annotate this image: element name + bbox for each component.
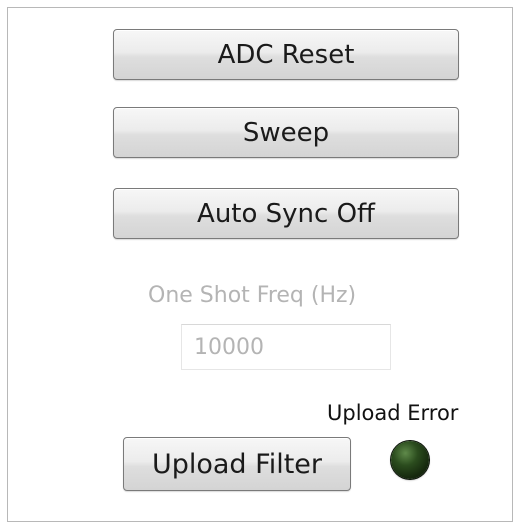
one-shot-freq-field[interactable] [181, 324, 391, 370]
upload-filter-button-label: Upload Filter [151, 448, 323, 480]
upload-error-led-indicator [391, 441, 429, 479]
auto-sync-button[interactable]: Auto Sync Off [113, 188, 459, 239]
sweep-button[interactable]: Sweep [113, 107, 459, 158]
upload-error-label: Upload Error [327, 401, 459, 425]
control-panel: ADC Reset Sweep Auto Sync Off One Shot F… [7, 7, 513, 522]
auto-sync-button-label: Auto Sync Off [197, 198, 375, 229]
adc-reset-button-label: ADC Reset [217, 39, 355, 70]
one-shot-freq-label: One Shot Freq (Hz) [148, 283, 357, 308]
adc-reset-button[interactable]: ADC Reset [113, 29, 459, 80]
sweep-button-label: Sweep [242, 117, 330, 148]
upload-filter-button[interactable]: Upload Filter [123, 437, 351, 491]
